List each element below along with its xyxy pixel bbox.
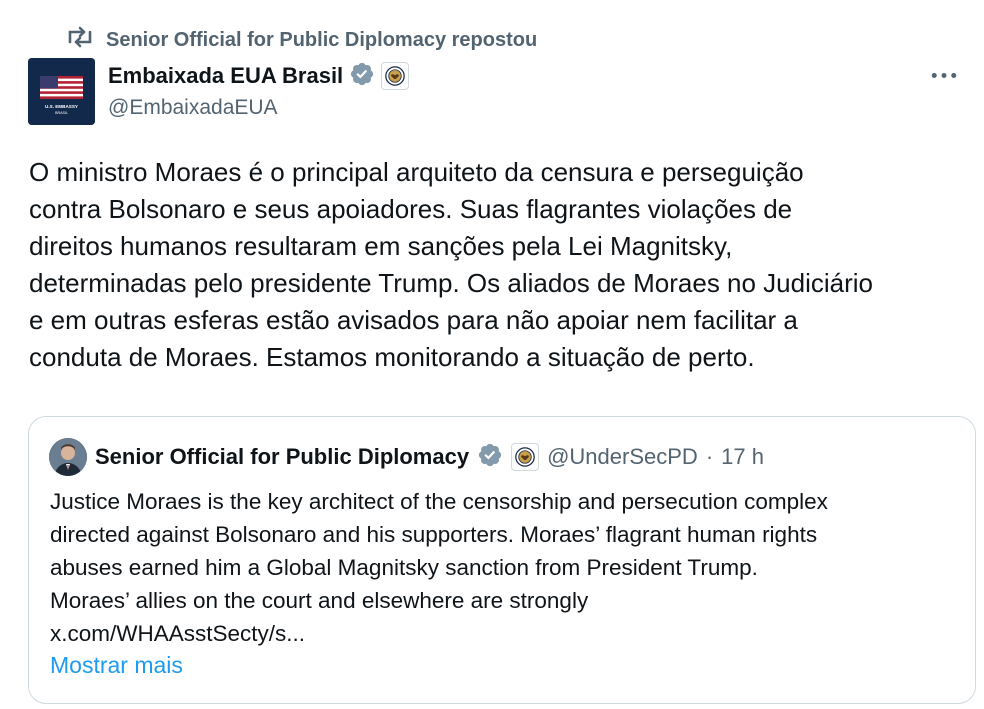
more-options-button[interactable] [924,60,964,90]
verified-badge-icon[interactable] [477,442,503,473]
quoted-author-handle[interactable]: @UnderSecPD [547,444,698,470]
quoted-author-avatar[interactable] [49,438,87,476]
quoted-tweet-header: Senior Official for Public Diplomacy @Un… [49,438,764,476]
author-avatar[interactable]: U.S. EMBASSY BRASIL [28,58,95,125]
repost-text[interactable]: Senior Official for Public Diplomacy rep… [106,29,537,52]
repost-indicator[interactable]: Senior Official for Public Diplomacy rep… [66,26,537,54]
tweet-line: contra Bolsonaro e seus apoiadores. Suas… [29,194,793,224]
quoted-tweet-text: Justice Moraes is the key architect of t… [50,485,960,650]
quoted-line: directed against Bolsonaro and his suppo… [50,522,818,547]
us-embassy-logo-icon: U.S. EMBASSY BRASIL [28,58,95,125]
verified-badge-icon[interactable] [349,61,375,92]
person-avatar-icon [49,438,87,476]
separator-dot: · [705,444,714,469]
tweet-line: direitos humanos resultaram em sanções p… [29,231,733,261]
author-handle[interactable]: @EmbaixadaEUA [108,96,409,120]
tweet-line: determinadas pelo presidente Trump. Os a… [29,268,874,298]
more-options-icon [931,72,957,78]
tweet-line: e em outras esferas estão avisados para … [29,305,798,335]
quoted-line: abuses earned him a Global Magnitsky san… [50,555,758,580]
author-header: Embaixada EUA Brasil @EmbaixadaEUA [108,60,410,120]
quoted-author-name[interactable]: Senior Official for Public Diplomacy [95,444,469,470]
author-name[interactable]: Embaixada EUA Brasil [108,63,343,89]
quoted-line: Moraes’ allies on the court and elsewher… [50,588,589,613]
repost-icon [66,26,94,54]
quoted-tweet-time[interactable]: 17 h [721,444,764,470]
state-department-seal-icon[interactable] [381,62,410,90]
avatar-subtext: BRASIL [55,111,68,115]
quoted-tweet-card[interactable]: Senior Official for Public Diplomacy @Un… [28,416,976,704]
show-more-link[interactable]: Mostrar mais [50,652,183,679]
tweet-text: O ministro Moraes é o principal arquitet… [29,154,969,376]
quoted-link[interactable]: x.com/WHAAsstSecty/s... [50,617,960,650]
tweet-line: O ministro Moraes é o principal arquitet… [29,157,804,187]
tweet-line: conduta de Moraes. Estamos monitorando a… [29,342,755,372]
quoted-line: Justice Moraes is the key architect of t… [50,489,828,514]
state-department-seal-icon[interactable] [511,443,540,471]
avatar-text: U.S. EMBASSY [45,104,78,109]
